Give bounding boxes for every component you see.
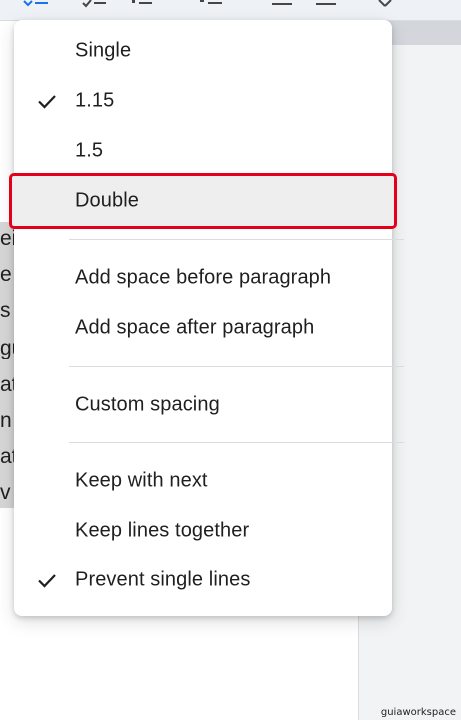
menu-item-prevent-single-lines[interactable]: Prevent single lines xyxy=(14,556,392,604)
menu-divider xyxy=(69,366,404,367)
clear-formatting-icon[interactable] xyxy=(376,0,394,8)
menu-item-label: Prevent single lines xyxy=(75,568,251,591)
checklist-icon[interactable] xyxy=(82,0,108,8)
menu-item-label: Custom spacing xyxy=(75,393,220,416)
menu-item-add-space-before[interactable]: Add space before paragraph xyxy=(14,254,392,302)
menu-item-label: 1.15 xyxy=(75,89,115,112)
menu-item-keep-with-next[interactable]: Keep with next xyxy=(14,457,392,505)
watermark: guiaworkspace xyxy=(380,707,456,718)
line-spacing-icon[interactable] xyxy=(22,0,50,8)
menu-item-double[interactable]: Double xyxy=(9,173,397,229)
menu-item-single[interactable]: Single xyxy=(14,27,392,75)
menu-item-add-space-after[interactable]: Add space after paragraph xyxy=(14,304,392,352)
menu-item-1-5[interactable]: 1.5 xyxy=(14,127,392,175)
menu-item-custom-spacing[interactable]: Custom spacing xyxy=(14,381,392,429)
increase-indent-icon[interactable] xyxy=(314,0,338,8)
menu-divider xyxy=(69,442,404,443)
menu-item-keep-lines-together[interactable]: Keep lines together xyxy=(14,507,392,555)
numbered-list-icon[interactable] xyxy=(198,0,224,8)
menu-item-label: Add space after paragraph xyxy=(75,316,315,339)
menu-item-label: Double xyxy=(75,189,139,212)
line-spacing-menu: Single 1.15 1.5 Double Add space before … xyxy=(9,20,404,616)
checkmark-icon xyxy=(36,569,58,591)
menu-item-label: 1.5 xyxy=(75,139,104,162)
decrease-indent-icon[interactable] xyxy=(270,0,294,8)
checkmark-icon xyxy=(36,90,58,112)
menu-divider xyxy=(69,239,404,240)
menu-item-label: Keep with next xyxy=(75,469,208,492)
menu-item-label: Single xyxy=(75,39,132,62)
toolbar xyxy=(0,0,461,21)
menu-item-1-15[interactable]: 1.15 xyxy=(14,77,392,125)
bulleted-list-icon[interactable] xyxy=(130,0,154,8)
menu-item-label: Keep lines together xyxy=(75,519,250,542)
menu-item-label: Add space before paragraph xyxy=(75,266,332,289)
